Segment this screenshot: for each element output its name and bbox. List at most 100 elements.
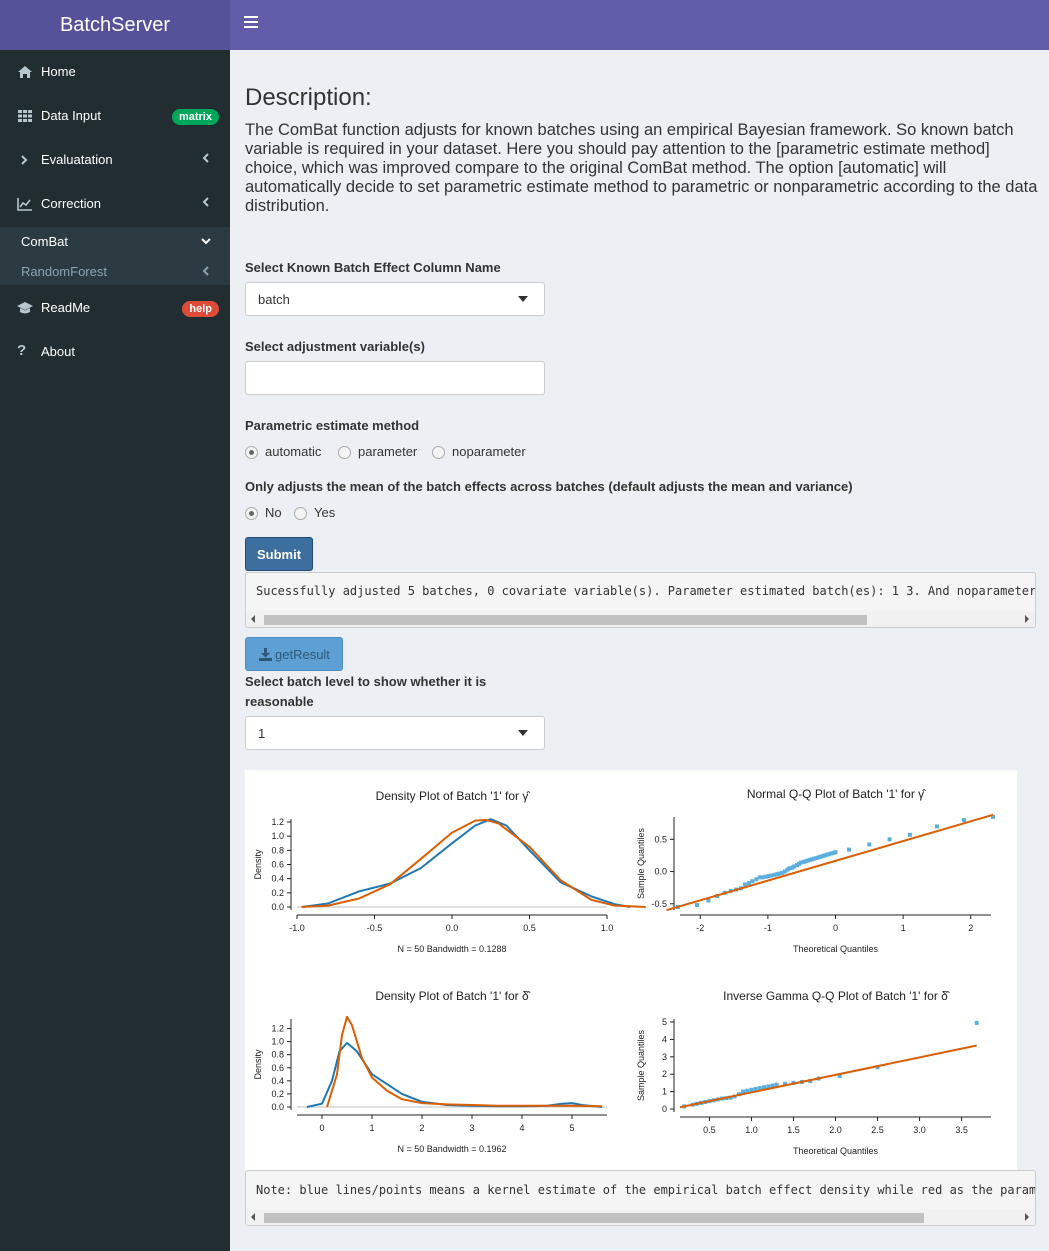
batch-level-label-line2: reasonable: [245, 694, 314, 709]
scroll-thumb[interactable]: [264, 1213, 924, 1223]
x-tick-label: 0.5: [523, 923, 536, 933]
x-tick-label: 0.5: [703, 1125, 716, 1135]
qq-point: [750, 879, 755, 884]
scroll-left-icon[interactable]: [251, 1213, 255, 1221]
table-icon: [18, 110, 32, 122]
submit-button[interactable]: Submit: [245, 537, 313, 571]
graduation-cap-icon: [17, 302, 33, 314]
get-result-label: getResult: [275, 647, 330, 662]
chart-title: Inverse Gamma Q-Q Plot of Batch '1' for …: [723, 989, 950, 1003]
y-tick-label: 1.0: [271, 1037, 284, 1047]
x-tick-label: 3.0: [913, 1125, 926, 1135]
sidebar-item-label: Evaluatation: [41, 152, 113, 167]
x-tick-label: 1.0: [601, 923, 614, 933]
note-output: Note: blue lines/points means a kernel e…: [245, 1170, 1036, 1226]
y-tick-label: 0.4: [271, 874, 284, 884]
y-tick-label: 0.6: [271, 860, 284, 870]
sidebar-subitem-combat[interactable]: ComBat: [21, 234, 68, 249]
radio-circle: [294, 507, 307, 520]
y-tick-label: 0.0: [271, 1102, 284, 1112]
scroll-right-icon[interactable]: [1025, 1213, 1029, 1221]
y-axis-label: Sample Quantiles: [636, 827, 646, 899]
x-tick-label: 2: [419, 1123, 424, 1133]
radio-circle: [432, 446, 445, 459]
result-output: Sucessfully adjusted 5 batches, 0 covari…: [245, 572, 1036, 628]
y-axis-label: Sample Quantiles: [636, 1029, 646, 1101]
sidebar-item-about[interactable]: ? About: [0, 330, 230, 374]
get-result-button[interactable]: getResult: [245, 637, 343, 671]
chart-title: Normal Q-Q Plot of Batch '1' for γ̂: [747, 787, 926, 801]
parametric-method-label: Parametric estimate method: [245, 418, 420, 433]
sidebar-subitem-randomforest[interactable]: RandomForest: [21, 264, 107, 279]
description-title: Description:: [245, 84, 372, 111]
qq-reference-line: [679, 1044, 977, 1109]
batch-column-select[interactable]: batch: [245, 282, 545, 316]
help-badge: help: [182, 301, 219, 317]
chevron-left-icon: [202, 197, 209, 207]
chart-title: Density Plot of Batch '1' for γ̂: [376, 789, 531, 803]
y-tick-label: 0.6: [271, 1063, 284, 1073]
batch-column-value: batch: [258, 292, 290, 307]
chart-title: Density Plot of Batch '1' for δ̂: [375, 989, 530, 1003]
result-scrollbar[interactable]: [246, 611, 1035, 627]
radio-circle: [245, 446, 258, 459]
x-axis-label: N = 50 Bandwidth = 0.1288: [397, 944, 506, 954]
x-axis-label: N = 50 Bandwidth = 0.1962: [397, 1144, 506, 1154]
x-tick-label: 0: [319, 1123, 324, 1133]
kernel-density-line: [306, 1041, 603, 1108]
sidebar-toggle-icon[interactable]: [244, 16, 258, 30]
radio-label: Yes: [314, 505, 336, 520]
line-chart-icon: [17, 198, 32, 211]
sidebar-item-readme[interactable]: ReadMe help: [0, 286, 230, 330]
qq-point: [961, 818, 966, 822]
app-logo[interactable]: BatchServer: [0, 0, 230, 50]
combat-plots: Density Plot of Batch '1' for γ̂ N = 50 B…: [253, 787, 996, 1156]
chevron-down-icon: [201, 238, 211, 245]
x-tick-label: 1.0: [745, 1125, 758, 1135]
y-tick-label: 4: [662, 1034, 667, 1044]
y-tick-label: 1: [662, 1087, 667, 1097]
mean-only-label: Only adjusts the mean of the batch effec…: [245, 479, 853, 494]
batch-level-value: 1: [258, 726, 266, 741]
note-scrollbar[interactable]: [246, 1209, 1035, 1225]
y-tick-label: 3: [662, 1052, 667, 1062]
adjustment-variables-input[interactable]: [245, 361, 545, 395]
x-tick-label: 1: [901, 923, 906, 933]
scroll-right-icon[interactable]: [1025, 615, 1029, 623]
x-tick-label: 3: [469, 1123, 474, 1133]
result-text: Sucessfully adjusted 5 batches, 0 covari…: [256, 584, 1036, 598]
x-tick-label: 5: [569, 1123, 574, 1133]
sidebar-item-correction[interactable]: Correction: [0, 182, 230, 226]
radio-circle: [245, 507, 258, 520]
chevron-left-icon: [202, 153, 209, 163]
y-tick-label: 0.8: [271, 845, 284, 855]
y-tick-label: 0.2: [271, 1089, 284, 1099]
x-tick-label: 0.0: [446, 923, 459, 933]
x-tick-label: 2: [968, 923, 973, 933]
x-tick-label: 0: [833, 923, 838, 933]
qq-point: [694, 903, 699, 908]
chevron-right-icon: [21, 155, 28, 165]
y-tick-label: 1.2: [271, 1024, 284, 1034]
download-icon: [259, 648, 272, 661]
sidebar-item-home[interactable]: Home: [0, 50, 230, 94]
x-axis-label: Theoretical Quantiles: [793, 1146, 879, 1156]
x-tick-label: 1.5: [787, 1125, 800, 1135]
scroll-thumb[interactable]: [264, 615, 867, 625]
batch-level-select[interactable]: 1: [245, 716, 545, 750]
y-tick-label: 0.0: [654, 867, 667, 877]
y-tick-label: 1.0: [271, 831, 284, 841]
x-tick-label: 2.0: [829, 1125, 842, 1135]
sidebar-item-data-input[interactable]: Data Input matrix: [0, 94, 230, 138]
y-tick-label: 5: [662, 1017, 667, 1027]
caret-down-icon: [518, 296, 528, 302]
scroll-left-icon[interactable]: [251, 615, 255, 623]
qq-point: [887, 837, 892, 842]
sidebar-item-label: Data Input: [41, 108, 101, 123]
sidebar-item-evaluatation[interactable]: Evaluatation: [0, 138, 230, 182]
qq-reference-line: [666, 813, 994, 912]
y-tick-label: 0: [662, 1104, 667, 1114]
qq-point: [742, 882, 747, 887]
radio-circle: [338, 446, 351, 459]
sidebar-item-label: Home: [41, 64, 76, 79]
